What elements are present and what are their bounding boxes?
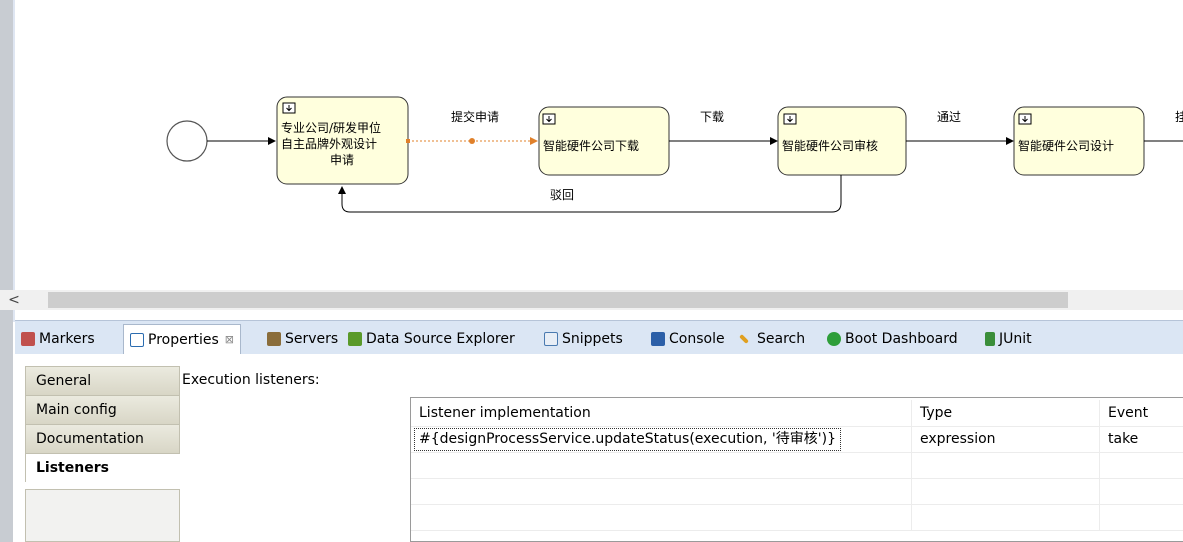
left-gutter <box>0 0 15 542</box>
tab-label: Markers <box>39 331 95 347</box>
flow-reject[interactable] <box>338 175 842 213</box>
task1-line2: 自主品牌外观设计 <box>281 137 377 151</box>
header-event[interactable]: Event <box>1100 400 1183 426</box>
tab-label: Console <box>669 331 725 347</box>
side-tab-listeners[interactable]: Listeners <box>25 453 180 482</box>
listeners-table[interactable]: Listener implementation Type Event #{des… <box>410 397 1183 542</box>
scroll-thumb[interactable] <box>48 292 1068 308</box>
tab-label: Boot Dashboard <box>845 331 958 347</box>
side-tab-main-config[interactable]: Main config <box>25 395 180 424</box>
tab-servers[interactable]: Servers <box>267 324 338 354</box>
servers-icon <box>267 332 281 346</box>
bpmn-diagram: 专业公司/研发甲位 自主品牌外观设计 申请 提交申请 智能硬件公司下载 下载 智… <box>166 96 1183 213</box>
header-listener-implementation[interactable]: Listener implementation <box>411 400 912 426</box>
tab-properties[interactable]: Properties ⊠ <box>123 324 241 354</box>
task2-label: 智能硬件公司下载 <box>543 138 639 153</box>
data-source-explorer-icon <box>348 332 362 346</box>
scroll-left-arrow[interactable]: < <box>0 290 28 310</box>
tab-label: JUnit <box>999 331 1032 347</box>
side-tabs-filler <box>25 489 180 542</box>
properties-panel: General Main config Documentation Listen… <box>15 354 1183 542</box>
tab-markers[interactable]: Markers <box>21 324 95 354</box>
properties-icon <box>130 332 144 347</box>
cell-event[interactable]: take <box>1100 426 1183 452</box>
tab-label: Snippets <box>562 331 623 347</box>
task-hardware-design[interactable]: 智能硬件公司设计 <box>1013 106 1145 176</box>
side-tab-documentation[interactable]: Documentation <box>25 424 180 453</box>
tab-label: Search <box>757 331 806 347</box>
markers-icon <box>21 332 35 346</box>
flow-reject-label: 驳回 <box>550 188 574 202</box>
table-row[interactable] <box>411 452 1183 479</box>
start-event[interactable] <box>166 120 208 162</box>
task4-label: 智能硬件公司设计 <box>1018 138 1114 153</box>
flow-download-label: 下载 <box>700 110 724 124</box>
boot-dashboard-icon <box>827 332 841 346</box>
view-tab-strip: Markers Properties ⊠ Servers Data Source… <box>15 320 1183 354</box>
table-row[interactable] <box>411 504 1183 531</box>
property-section-tabs: General Main config Documentation Listen… <box>25 366 180 482</box>
header-type[interactable]: Type <box>912 400 1100 426</box>
horizontal-scrollbar[interactable]: < <box>0 290 1183 310</box>
tab-search[interactable]: Search <box>739 324 805 354</box>
cell-type[interactable]: expression <box>912 426 1100 452</box>
tab-console[interactable]: Console <box>651 324 725 354</box>
table-header: Listener implementation Type Event <box>411 400 1183 427</box>
search-icon <box>739 334 749 344</box>
tab-label: Servers <box>285 331 339 347</box>
execution-listeners-label: Execution listeners: <box>182 372 320 388</box>
task1-line3: 申请 <box>330 153 354 167</box>
cell-listener-implementation[interactable]: #{designProcessService.updateStatus(exec… <box>411 426 912 452</box>
flow-pass-label: 通过 <box>937 110 961 124</box>
tab-snippets[interactable]: Snippets <box>544 324 623 354</box>
tab-boot-dashboard[interactable]: Boot Dashboard <box>827 324 958 354</box>
flow-midpoint-handle[interactable] <box>469 138 475 144</box>
task-design-application[interactable]: 专业公司/研发甲位 自主品牌外观设计 申请 <box>276 96 409 185</box>
tab-label: Properties <box>148 331 219 348</box>
task-hardware-download[interactable]: 智能硬件公司下载 <box>538 106 670 176</box>
snippets-icon <box>544 332 558 346</box>
flow-submit-label: 提交申请 <box>451 109 499 124</box>
tab-junit[interactable]: JUnit <box>985 324 1032 354</box>
table-row[interactable]: #{designProcessService.updateStatus(exec… <box>411 426 1183 453</box>
table-row[interactable] <box>411 478 1183 505</box>
close-icon[interactable]: ⊠ <box>225 333 234 346</box>
side-tab-general[interactable]: General <box>25 366 180 395</box>
flow-next-label: 挂 <box>1175 110 1183 124</box>
diagram-canvas[interactable]: 专业公司/研发甲位 自主品牌外观设计 申请 提交申请 智能硬件公司下载 下载 智… <box>15 0 1183 290</box>
task1-line1: 专业公司/研发甲位 <box>281 120 381 135</box>
tab-data-source-explorer[interactable]: Data Source Explorer <box>348 324 515 354</box>
tab-label: Data Source Explorer <box>366 331 515 347</box>
task3-label: 智能硬件公司审核 <box>782 138 878 153</box>
console-icon <box>651 332 665 346</box>
junit-icon <box>985 332 995 346</box>
task-hardware-review[interactable]: 智能硬件公司审核 <box>777 106 907 176</box>
